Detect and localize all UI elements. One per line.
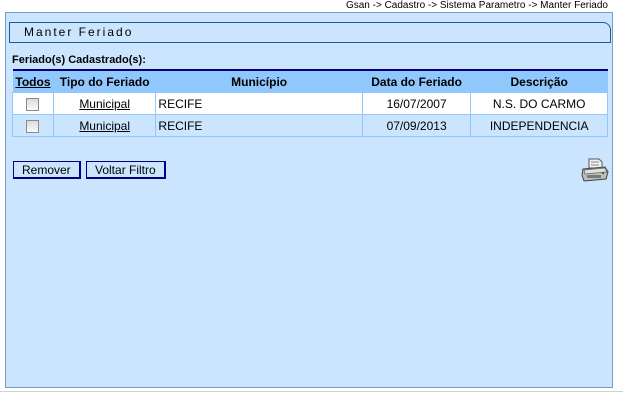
breadcrumb: Gsan -> Cadastro -> Sistema Parametro ->… — [346, 0, 608, 11]
table-header-row: Todos Tipo do Feriado Município Data do … — [12, 69, 608, 93]
data-cell: 07/09/2013 — [361, 114, 472, 137]
voltar-filtro-button[interactable]: Voltar Filtro — [86, 161, 166, 179]
feriado-table: Todos Tipo do Feriado Município Data do … — [12, 69, 608, 137]
municipio-cell: RECIFE — [155, 92, 363, 115]
page-title-bar: Manter Feriado — [9, 22, 611, 43]
header-todos[interactable]: Todos — [12, 69, 54, 93]
remover-button[interactable]: Remover — [13, 161, 81, 179]
footer-divider — [0, 391, 623, 392]
municipio-cell: RECIFE — [155, 114, 363, 137]
tipo-link[interactable]: Municipal — [79, 119, 130, 133]
header-municipio: Município — [155, 69, 363, 93]
tipo-link[interactable]: Municipal — [79, 97, 130, 111]
row-checkbox-cell — [12, 92, 54, 115]
descricao-cell: N.S. DO CARMO — [470, 92, 608, 115]
descricao-cell: INDEPENDENCIA — [470, 114, 608, 137]
select-all-link[interactable]: Todos — [15, 75, 50, 89]
header-data: Data do Feriado — [362, 69, 471, 93]
header-descricao: Descrição — [470, 69, 608, 93]
printer-icon[interactable] — [581, 157, 609, 183]
row-checkbox[interactable] — [26, 97, 40, 111]
row-checkbox-cell — [12, 114, 54, 137]
page-title: Manter Feriado — [24, 25, 134, 39]
table-row: Municipal RECIFE 16/07/2007 N.S. DO CARM… — [12, 92, 608, 115]
main-panel: Manter Feriado Feriado(s) Cadastrado(s):… — [5, 12, 613, 388]
breadcrumb-text: Gsan -> Cadastro -> Sistema Parametro ->… — [345, 0, 608, 11]
tipo-cell: Municipal — [52, 114, 157, 137]
tipo-cell: Municipal — [52, 92, 157, 115]
data-cell: 16/07/2007 — [361, 92, 472, 115]
list-title: Feriado(s) Cadastrado(s): — [12, 54, 146, 66]
row-checkbox[interactable] — [26, 119, 40, 133]
table-row: Municipal RECIFE 07/09/2013 INDEPENDENCI… — [12, 114, 608, 137]
header-tipo: Tipo do Feriado — [53, 69, 156, 93]
